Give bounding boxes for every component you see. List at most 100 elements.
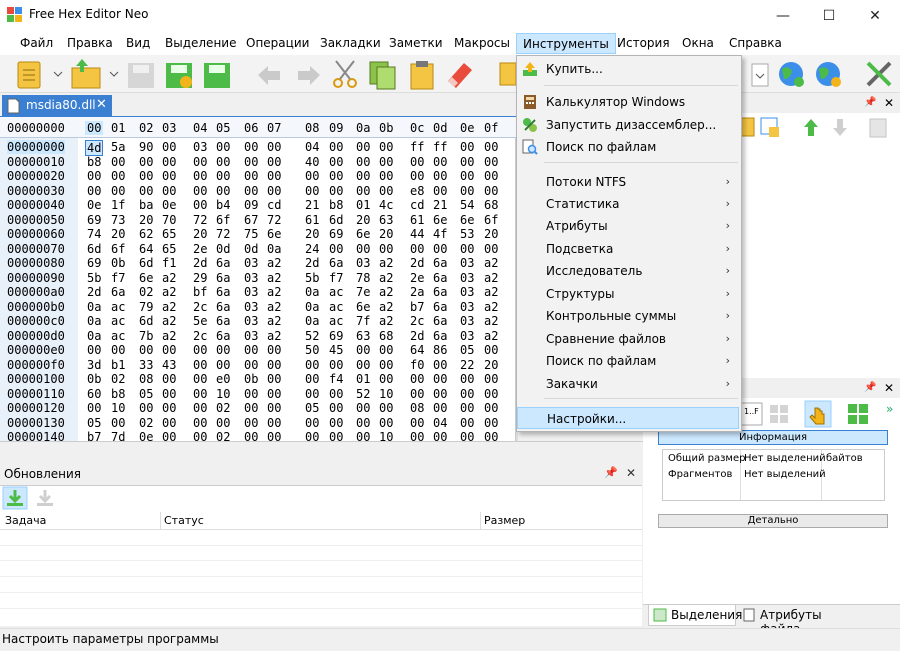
hex-byte[interactable]: ba bbox=[139, 198, 153, 212]
hex-byte[interactable]: cd bbox=[267, 198, 281, 212]
right-bottom-pin-icon[interactable]: 📌 bbox=[864, 382, 876, 393]
hex-byte[interactable]: b8 bbox=[329, 198, 343, 212]
hex-byte[interactable]: 00 bbox=[356, 416, 370, 430]
hex-byte[interactable]: 00 bbox=[460, 169, 474, 183]
hex-byte[interactable]: 00 bbox=[433, 155, 447, 169]
hex-byte[interactable]: 6d bbox=[329, 213, 343, 227]
hex-byte[interactable]: e8 bbox=[410, 184, 424, 198]
hex-byte[interactable]: 00 bbox=[484, 140, 498, 154]
hex-byte[interactable]: 00 bbox=[484, 155, 498, 169]
hex-byte[interactable]: 69 bbox=[329, 227, 343, 241]
hex-byte[interactable]: 00 bbox=[305, 416, 319, 430]
hex-byte[interactable]: 61 bbox=[410, 213, 424, 227]
hex-byte[interactable]: 00 bbox=[356, 184, 370, 198]
hex-byte[interactable]: 69 bbox=[329, 329, 343, 343]
hex-byte[interactable]: 0e bbox=[162, 198, 176, 212]
hex-byte[interactable]: 00 bbox=[379, 416, 393, 430]
hex-byte[interactable]: 03 bbox=[460, 314, 474, 328]
hex-byte[interactable]: 00 bbox=[193, 155, 207, 169]
hex-byte[interactable]: a2 bbox=[267, 256, 281, 270]
hex-byte[interactable]: 03 bbox=[460, 285, 474, 299]
hex-byte[interactable]: ac bbox=[329, 314, 343, 328]
hex-byte[interactable]: 00 bbox=[379, 155, 393, 169]
hex-byte[interactable]: 29 bbox=[193, 271, 207, 285]
hex-byte[interactable]: 33 bbox=[139, 358, 153, 372]
hex-byte[interactable]: 00 bbox=[410, 242, 424, 256]
hex-byte[interactable]: 03 bbox=[244, 300, 258, 314]
hex-byte[interactable]: f7 bbox=[111, 271, 125, 285]
hex-byte[interactable]: 6e bbox=[139, 271, 153, 285]
hex-byte[interactable]: 00 bbox=[460, 372, 474, 386]
hex-byte[interactable]: 00 bbox=[111, 169, 125, 183]
hex-byte[interactable]: 00 bbox=[216, 155, 230, 169]
hex-byte[interactable]: 00 bbox=[139, 155, 153, 169]
right-top-pin-icon[interactable]: 📌 bbox=[864, 97, 876, 108]
hex-byte[interactable]: 4c bbox=[379, 198, 393, 212]
hex-byte[interactable]: 0a bbox=[267, 242, 281, 256]
hex-byte[interactable]: 20 bbox=[379, 227, 393, 241]
hex-byte[interactable]: 00 bbox=[460, 401, 474, 415]
hex-byte[interactable]: 0a bbox=[305, 300, 319, 314]
hex-byte[interactable]: 00 bbox=[410, 155, 424, 169]
tab-selections[interactable]: Выделения bbox=[648, 605, 742, 626]
hex-byte[interactable]: 20 bbox=[484, 358, 498, 372]
hex-byte[interactable]: 61 bbox=[305, 213, 319, 227]
hex-byte[interactable]: 00 bbox=[216, 184, 230, 198]
hex-byte[interactable]: 2c bbox=[193, 300, 207, 314]
hex-byte[interactable]: 00 bbox=[460, 387, 474, 401]
hex-byte[interactable]: 02 bbox=[139, 285, 153, 299]
hex-byte[interactable]: 00 bbox=[193, 401, 207, 415]
hex-byte[interactable]: 00 bbox=[87, 401, 101, 415]
hex-byte[interactable]: 6a bbox=[111, 285, 125, 299]
hex-byte[interactable]: 00 bbox=[356, 358, 370, 372]
hex-byte[interactable]: 6a bbox=[216, 285, 230, 299]
hex-byte[interactable]: a2 bbox=[484, 285, 498, 299]
hex-byte[interactable]: 0a bbox=[87, 314, 101, 328]
hex-byte[interactable]: 10 bbox=[379, 387, 393, 401]
hex-byte[interactable]: 04 bbox=[433, 416, 447, 430]
hex-byte[interactable]: 40 bbox=[305, 155, 319, 169]
hex-byte[interactable]: b8 bbox=[111, 387, 125, 401]
hex-byte[interactable]: 65 bbox=[162, 227, 176, 241]
hex-byte[interactable]: ac bbox=[329, 300, 343, 314]
hex-byte[interactable]: 00 bbox=[244, 140, 258, 154]
hex-byte[interactable]: f4 bbox=[329, 372, 343, 386]
minimize-button[interactable]: — bbox=[760, 0, 806, 31]
menu-view[interactable]: Вид bbox=[120, 33, 156, 54]
hex-byte[interactable]: 20 bbox=[484, 227, 498, 241]
hex-byte[interactable]: 00 bbox=[460, 155, 474, 169]
hex-byte[interactable]: 2d bbox=[410, 329, 424, 343]
hex-byte[interactable]: 00 bbox=[329, 401, 343, 415]
hex-byte[interactable]: 00 bbox=[193, 184, 207, 198]
hex-byte[interactable]: 00 bbox=[267, 358, 281, 372]
hex-byte[interactable]: 6a bbox=[433, 256, 447, 270]
menu-item-file-compare[interactable]: Сравнение файлов › bbox=[517, 328, 739, 350]
hex-byte[interactable]: 00 bbox=[379, 169, 393, 183]
hex-byte[interactable]: 73 bbox=[111, 213, 125, 227]
hex-byte[interactable]: 00 bbox=[267, 155, 281, 169]
hex-byte[interactable]: a2 bbox=[162, 314, 176, 328]
hex-byte[interactable]: a2 bbox=[162, 300, 176, 314]
more-icon[interactable]: » bbox=[886, 402, 893, 416]
hex-byte[interactable]: a2 bbox=[162, 271, 176, 285]
menu-item-attributes[interactable]: Атрибуты › bbox=[517, 215, 739, 237]
hex-byte[interactable]: 00 bbox=[193, 416, 207, 430]
hex-byte[interactable]: 00 bbox=[162, 401, 176, 415]
close-button[interactable]: ✕ bbox=[852, 0, 898, 31]
hex-byte[interactable]: 00 bbox=[433, 358, 447, 372]
hex-byte[interactable]: 00 bbox=[484, 242, 498, 256]
hex-byte[interactable]: 00 bbox=[305, 358, 319, 372]
hex-byte[interactable]: 00 bbox=[139, 169, 153, 183]
hex-byte[interactable]: 00 bbox=[379, 140, 393, 154]
hex-byte[interactable]: 21 bbox=[305, 198, 319, 212]
hex-byte[interactable]: 00 bbox=[267, 343, 281, 357]
hex-byte[interactable]: 00 bbox=[244, 184, 258, 198]
hex-byte[interactable]: 00 bbox=[87, 184, 101, 198]
hex-byte[interactable]: 6e bbox=[433, 213, 447, 227]
hex-byte[interactable]: 00 bbox=[484, 184, 498, 198]
hex-byte[interactable]: ff bbox=[410, 140, 424, 154]
hex-byte[interactable]: 52 bbox=[356, 387, 370, 401]
hex-byte[interactable]: 00 bbox=[139, 343, 153, 357]
hex-byte[interactable]: 00 bbox=[193, 198, 207, 212]
hex-byte[interactable]: 63 bbox=[379, 213, 393, 227]
